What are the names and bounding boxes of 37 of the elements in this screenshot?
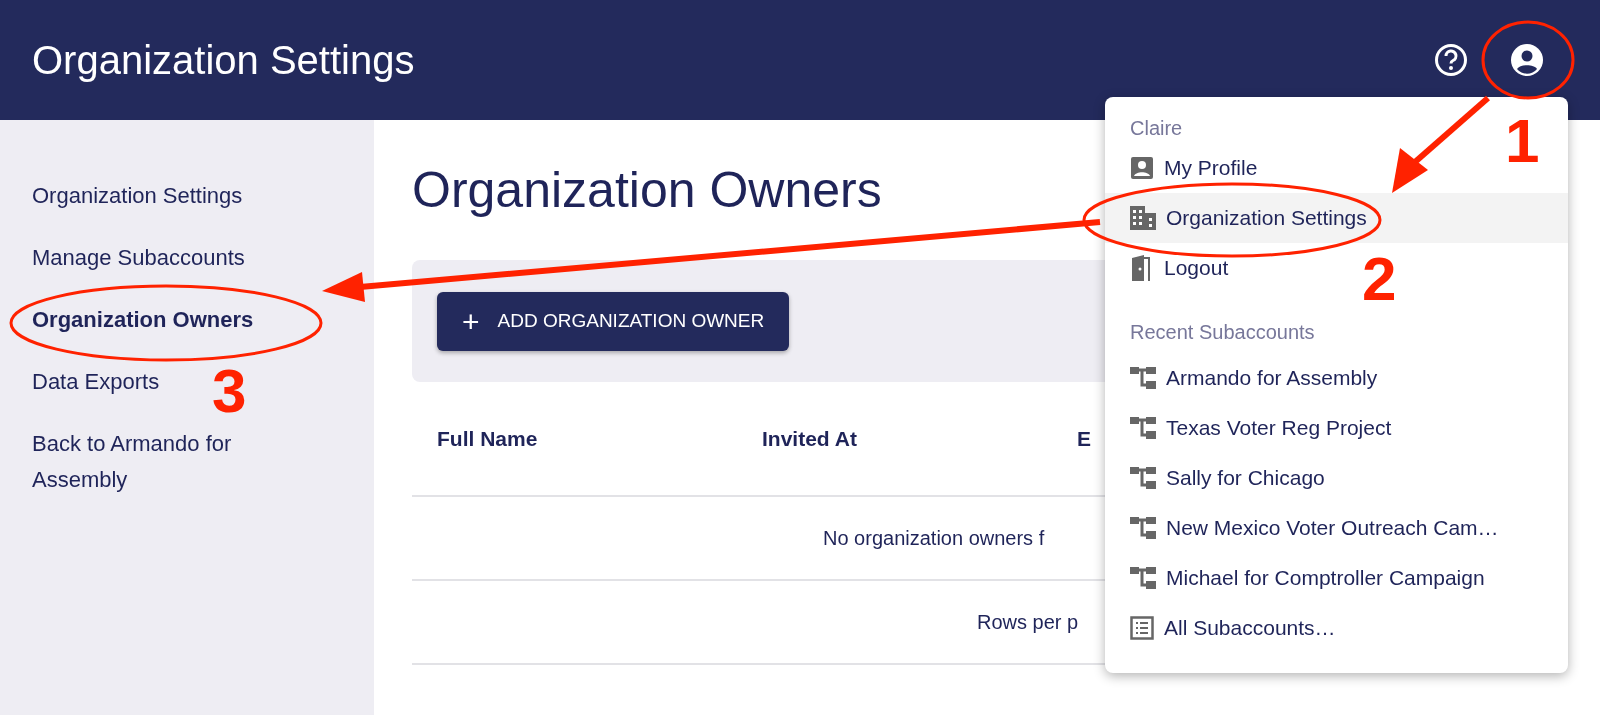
menu-item[interactable]: My Profile (1105, 143, 1283, 193)
hierarchy-icon (1130, 417, 1156, 439)
column-header: E (1077, 426, 1091, 450)
account-icon[interactable] (1510, 43, 1544, 77)
building-icon (1130, 206, 1156, 230)
step-number: 2 (1362, 248, 1397, 310)
menu-item[interactable]: Armando for Assembly (1105, 353, 1403, 403)
column-header: Invited At (762, 426, 857, 450)
section-title: Recent Subaccounts (1129, 320, 1316, 345)
sidebar-link[interactable]: Organization Settings (0, 178, 275, 214)
menu-item[interactable]: Michael for Comptroller Campaign (1105, 553, 1510, 603)
page-title: Organization Owners (412, 161, 882, 220)
user-name: Claire (1129, 116, 1184, 141)
hierarchy-icon (1130, 567, 1156, 589)
column-header: Full Name (437, 426, 538, 450)
list-icon (1130, 616, 1154, 640)
menu-item[interactable]: Organization Settings (1105, 193, 1568, 243)
app-title: Organization Settings (32, 37, 415, 84)
hierarchy-icon (1130, 517, 1156, 539)
person-icon (1130, 156, 1154, 180)
hierarchy-icon (1130, 467, 1156, 489)
sidebar-link[interactable]: Back to Armando for Assembly (0, 426, 320, 498)
menu-item[interactable]: Texas Voter Reg Project (1105, 403, 1417, 453)
sidebar-link[interactable]: Manage Subaccounts (0, 240, 277, 276)
menu-item[interactable]: New Mexico Voter Outreach Cam… (1105, 503, 1524, 553)
add-owner-button[interactable]: + ADD ORGANIZATION OWNER (437, 292, 790, 351)
hierarchy-icon (1130, 367, 1156, 389)
step-number: 3 (212, 360, 247, 422)
menu-item[interactable]: Logout (1105, 243, 1254, 293)
help-icon[interactable] (1434, 43, 1468, 77)
sidebar-link[interactable]: Organization Owners (0, 302, 286, 338)
sidebar-link[interactable]: Data Exports (0, 364, 192, 400)
step-number: 1 (1505, 110, 1540, 172)
menu-item[interactable]: Sally for Chicago (1105, 453, 1350, 503)
empty-message: No organization owners f (823, 526, 1045, 551)
rows-per-page-label: Rows per p (977, 610, 1079, 635)
menu-item[interactable]: All Subaccounts… (1105, 603, 1361, 653)
